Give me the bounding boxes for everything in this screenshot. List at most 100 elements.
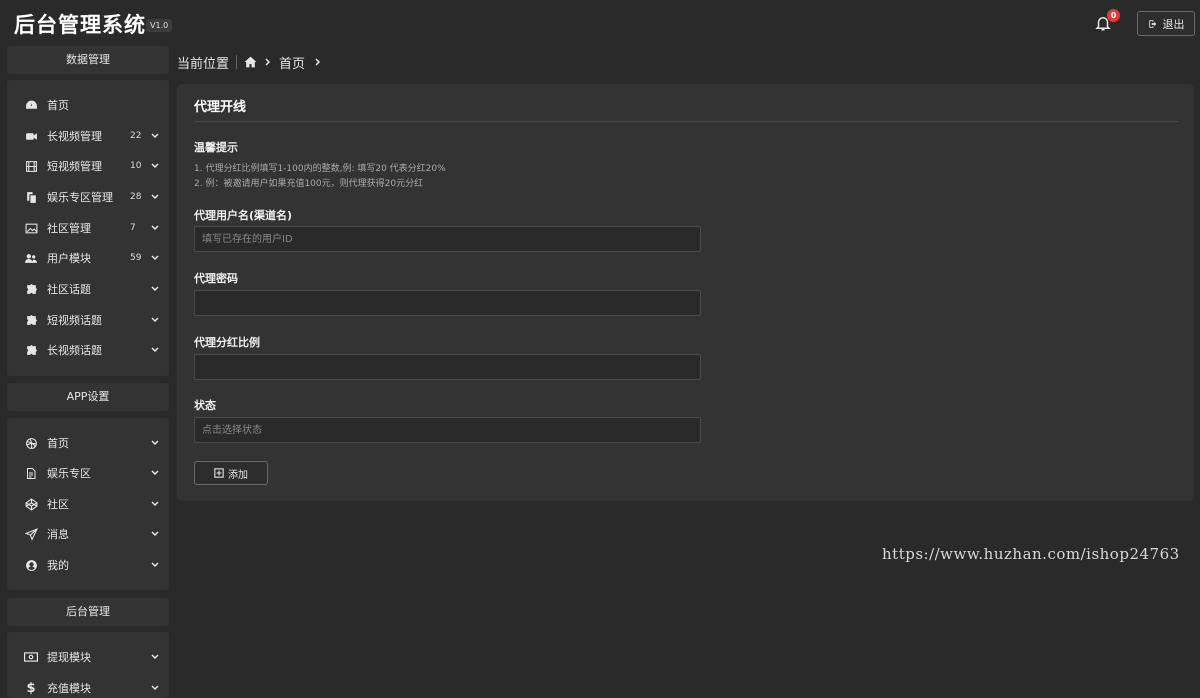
count-badge: 28: [128, 192, 144, 202]
chevron-down-icon: [151, 531, 159, 537]
sidebar-item-label: 社区: [47, 498, 69, 511]
chevron-down-icon: [151, 255, 159, 261]
sidebar-item-label: 长视频话题: [47, 344, 102, 357]
user-circle-icon: [24, 558, 38, 572]
logout-label: 退出: [1162, 17, 1185, 31]
tip-line: 2. 例：被邀请用户如果充值100元，则代理获得20元分红: [194, 179, 424, 189]
chevron-down-icon: [151, 163, 159, 169]
money-icon: [24, 650, 38, 664]
file-icon: [24, 466, 38, 480]
status-select[interactable]: [194, 417, 701, 443]
sidebar-item-community[interactable]: 社区管理 7: [24, 218, 164, 238]
notification-count-badge: 0: [1107, 9, 1120, 22]
sidebar-item-label: 短视频话题: [47, 314, 102, 327]
breadcrumb: 当前位置 首页: [177, 53, 323, 72]
chevron-right-icon: [315, 58, 321, 66]
sidebar-item-recharge[interactable]: $ 充值模块: [24, 678, 164, 698]
sidebar-item-long-video-topics[interactable]: 长视频话题: [24, 340, 164, 360]
puzzle-icon: [24, 343, 38, 357]
sidebar-item-entertainment[interactable]: 娱乐专区管理 28: [24, 187, 164, 207]
chevron-down-icon: [151, 501, 159, 507]
sidebar-item-label: 首页: [47, 99, 69, 112]
users-icon: [24, 251, 38, 265]
count-badge: 59: [128, 253, 144, 263]
field-label-ratio: 代理分红比例: [194, 336, 260, 349]
puzzle-icon: [24, 282, 38, 296]
video-camera-icon: [24, 129, 38, 143]
add-button[interactable]: 添加: [194, 461, 268, 485]
page-title: 代理开线: [194, 100, 247, 115]
sidebar-item-long-video[interactable]: 长视频管理 22: [24, 126, 164, 146]
sidebar-item-label: 消息: [47, 528, 69, 541]
password-input[interactable]: [194, 290, 701, 316]
chevron-down-icon: [151, 133, 159, 139]
sidebar-item-withdraw[interactable]: 提现模块: [24, 647, 164, 667]
sidebar-section-title: 数据管理: [7, 46, 169, 74]
dollar-icon: $: [26, 680, 36, 696]
tip-title: 温馨提示: [194, 141, 238, 154]
sidebar-item-community-topics[interactable]: 社区话题: [24, 279, 164, 299]
sidebar-item-users[interactable]: 用户模块 59: [24, 248, 164, 268]
sidebar-item-label: 首页: [47, 437, 69, 450]
sidebar-item-app-messages[interactable]: 消息: [24, 524, 164, 544]
sidebar-item-label: 娱乐专区: [47, 467, 91, 480]
chevron-down-icon: [151, 562, 159, 568]
sidebar-item-label: 提现模块: [47, 651, 91, 664]
field-label-status: 状态: [194, 399, 216, 412]
sidebar-item-label: 用户模块: [47, 252, 91, 265]
add-button-label: 添加: [228, 469, 248, 481]
chevron-down-icon: [151, 685, 159, 691]
sidebar-item-app-community[interactable]: 社区: [24, 494, 164, 514]
sidebar-item-label: 短视频管理: [47, 160, 102, 173]
field-label-password: 代理密码: [194, 272, 238, 285]
version-badge: V1.0: [146, 19, 173, 32]
watermark-text: https://www.huzhan.com/ishop24763: [882, 545, 1180, 563]
chevron-down-icon: [151, 286, 159, 292]
copy-icon: [24, 190, 38, 204]
film-icon: [24, 159, 38, 173]
field-label-username: 代理用户名(渠道名): [194, 209, 293, 222]
sidebar-section-title: APP设置: [7, 383, 169, 411]
dribbble-icon: [24, 436, 38, 450]
logout-button[interactable]: 退出: [1137, 11, 1195, 36]
breadcrumb-current[interactable]: 首页: [279, 53, 305, 72]
puzzle-icon: [24, 313, 38, 327]
sidebar-item-short-video-topics[interactable]: 短视频话题: [24, 310, 164, 330]
dashboard-icon: [24, 98, 38, 112]
chevron-down-icon: [151, 317, 159, 323]
sidebar-item-label: 长视频管理: [47, 130, 102, 143]
codepen-icon: [24, 497, 38, 511]
sidebar-item-app-entertainment[interactable]: 娱乐专区: [24, 463, 164, 483]
chevron-down-icon: [151, 225, 159, 231]
sidebar-item-home[interactable]: 首页: [24, 95, 164, 115]
chevron-down-icon: [151, 440, 159, 446]
sidebar-item-app-home[interactable]: 首页: [24, 433, 164, 453]
ratio-input[interactable]: [194, 354, 701, 380]
sidebar-item-label: 社区管理: [47, 222, 91, 235]
sidebar-item-label: 我的: [47, 559, 69, 572]
chevron-down-icon: [151, 194, 159, 200]
tip-line: 1. 代理分红比例填写1-100内的整数,例: 填写20 代表分红20%: [194, 164, 446, 174]
paper-plane-icon: [24, 527, 38, 541]
divider: [194, 121, 1178, 122]
sidebar-item-label: 娱乐专区管理: [47, 191, 113, 204]
count-badge: 10: [128, 161, 144, 171]
chevron-right-icon: [265, 58, 271, 66]
count-badge: 22: [128, 131, 144, 141]
sidebar-item-label: 社区话题: [47, 283, 91, 296]
plus-square-icon: [214, 468, 224, 478]
sign-out-icon: [1148, 19, 1156, 28]
breadcrumb-prefix: 当前位置: [177, 56, 230, 72]
sidebar-item-label: 充值模块: [47, 682, 91, 695]
sidebar-section-title: 后台管理: [7, 598, 169, 626]
sidebar-item-app-mine[interactable]: 我的: [24, 555, 164, 575]
username-input[interactable]: [194, 226, 701, 252]
breadcrumb-divider: [236, 55, 238, 69]
chevron-down-icon: [151, 347, 159, 353]
top-bar: 后台管理系统 V1.0 0 退出: [0, 0, 1200, 46]
sidebar-item-short-video[interactable]: 短视频管理 10: [24, 156, 164, 176]
image-icon: [24, 221, 38, 235]
home-icon[interactable]: [244, 56, 257, 68]
count-badge: 7: [128, 223, 138, 233]
chevron-down-icon: [151, 470, 159, 476]
